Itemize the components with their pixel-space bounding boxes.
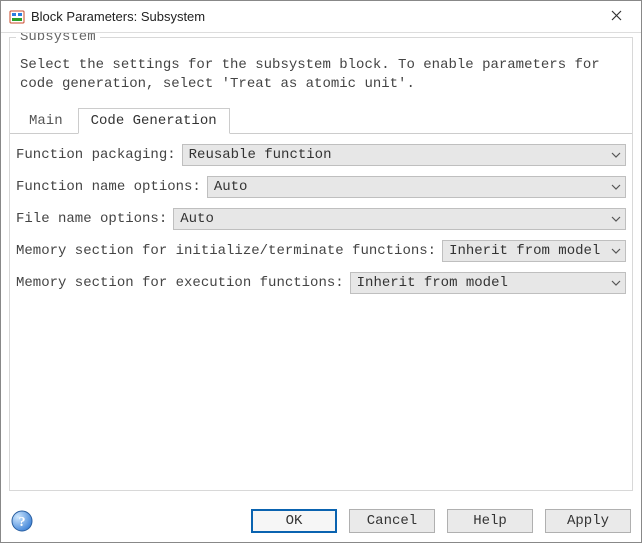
titlebar: Block Parameters: Subsystem: [1, 1, 641, 33]
dropdown-value: Auto: [180, 211, 214, 227]
group-label: Subsystem: [16, 33, 100, 45]
chevron-down-icon: [611, 246, 621, 256]
chevron-down-icon: [611, 182, 621, 192]
dropdown-value: Reusable function: [189, 147, 332, 163]
row-mem-exec: Memory section for execution functions: …: [16, 272, 626, 294]
app-icon: [9, 9, 25, 25]
dropdown-mem-exec[interactable]: Inherit from model: [350, 272, 626, 294]
label-function-name-options: Function name options:: [16, 179, 201, 195]
subsystem-group: Subsystem Select the settings for the su…: [9, 37, 633, 491]
help-icon[interactable]: ?: [11, 510, 33, 532]
label-function-packaging: Function packaging:: [16, 147, 176, 163]
chevron-down-icon: [611, 150, 621, 160]
dropdown-value: Auto: [214, 179, 248, 195]
dialog-title: Block Parameters: Subsystem: [31, 9, 593, 24]
chevron-down-icon: [611, 214, 621, 224]
tab-code-generation[interactable]: Code Generation: [78, 108, 230, 134]
apply-button[interactable]: Apply: [545, 509, 631, 533]
tab-bar: Main Code Generation: [10, 108, 632, 134]
cancel-button[interactable]: Cancel: [349, 509, 435, 533]
dropdown-file-name-options[interactable]: Auto: [173, 208, 626, 230]
row-file-name-options: File name options: Auto: [16, 208, 626, 230]
dialog-window: Block Parameters: Subsystem Subsystem Se…: [0, 0, 642, 543]
ok-button[interactable]: OK: [251, 509, 337, 533]
dialog-footer: ? OK Cancel Help Apply: [1, 498, 641, 542]
close-button[interactable]: [593, 2, 639, 32]
tab-main[interactable]: Main: [16, 108, 76, 133]
dropdown-value: Inherit from model: [449, 243, 600, 259]
label-file-name-options: File name options:: [16, 211, 167, 227]
label-mem-init-term: Memory section for initialize/terminate …: [16, 243, 436, 259]
dropdown-mem-init-term[interactable]: Inherit from model: [442, 240, 626, 262]
dropdown-function-name-options[interactable]: Auto: [207, 176, 626, 198]
svg-text:?: ?: [19, 515, 26, 530]
help-button[interactable]: Help: [447, 509, 533, 533]
chevron-down-icon: [611, 278, 621, 288]
row-mem-init-term: Memory section for initialize/terminate …: [16, 240, 626, 262]
tab-pane-code-generation: Function packaging: Reusable function Fu…: [10, 134, 632, 314]
label-mem-exec: Memory section for execution functions:: [16, 275, 344, 291]
row-function-name-options: Function name options: Auto: [16, 176, 626, 198]
close-icon: [611, 9, 622, 24]
row-function-packaging: Function packaging: Reusable function: [16, 144, 626, 166]
dialog-body: Subsystem Select the settings for the su…: [1, 33, 641, 498]
group-description: Select the settings for the subsystem bl…: [10, 48, 632, 108]
dropdown-function-packaging[interactable]: Reusable function: [182, 144, 626, 166]
dropdown-value: Inherit from model: [357, 275, 508, 291]
